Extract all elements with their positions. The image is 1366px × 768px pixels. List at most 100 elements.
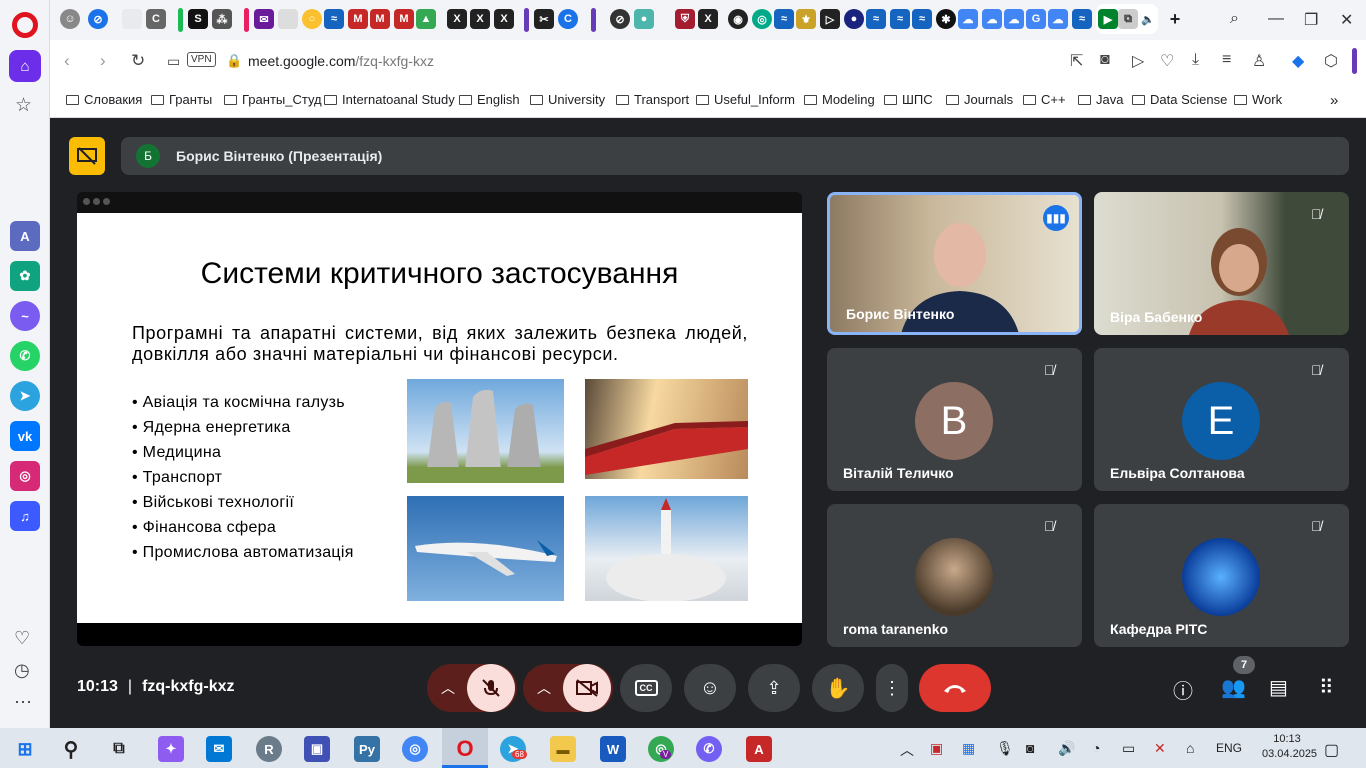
captions-button[interactable]: CC bbox=[620, 664, 672, 712]
close-icon[interactable]: ✕ bbox=[1340, 10, 1353, 30]
tab-favicon[interactable]: ≈ bbox=[774, 9, 794, 29]
player-icon[interactable]: ♫ bbox=[10, 501, 40, 531]
more-icon[interactable]: ⋯ bbox=[14, 692, 32, 713]
copilot-icon[interactable]: ✦ bbox=[158, 736, 184, 762]
tab-favicon[interactable]: C bbox=[558, 9, 578, 29]
tab-favicon[interactable]: ⛨ bbox=[675, 9, 695, 29]
home-icon[interactable]: ⌂ bbox=[9, 50, 41, 82]
gmail-icon[interactable]: M bbox=[394, 9, 414, 29]
presentation-icon[interactable] bbox=[69, 137, 105, 175]
file-explorer-icon[interactable]: ▬ bbox=[550, 736, 576, 762]
tab-favicon[interactable]: ● bbox=[844, 9, 864, 29]
participant-tile[interactable]: 🎙̸ roma taranenko bbox=[827, 504, 1082, 647]
clock[interactable]: 10:13 03.04.2025 bbox=[1262, 732, 1317, 762]
bookmark-folder[interactable]: Journals bbox=[946, 92, 1013, 107]
people-icon[interactable]: 👥 bbox=[1221, 675, 1246, 700]
participant-tile[interactable]: 🎙̸ Кафедра РІТС bbox=[1094, 504, 1349, 647]
tab-favicon[interactable]: ✂ bbox=[534, 9, 554, 29]
bookmark-folder[interactable]: C++ bbox=[1023, 92, 1066, 107]
vk-icon[interactable]: vk bbox=[10, 421, 40, 451]
restore-icon[interactable]: ❐ bbox=[1304, 10, 1318, 30]
url-field[interactable]: meet.google.com/fzq-kxfg-kxz bbox=[248, 53, 434, 69]
tray-app-icon[interactable]: ✕ bbox=[1154, 740, 1166, 757]
microphone-button[interactable] bbox=[467, 664, 515, 712]
x-icon[interactable]: X bbox=[447, 9, 467, 29]
vpn-badge[interactable]: VPN bbox=[187, 52, 216, 67]
tab-favicon[interactable]: ≈ bbox=[890, 9, 910, 29]
tab-favicon[interactable]: S bbox=[188, 9, 208, 29]
python-icon[interactable]: Py bbox=[354, 736, 380, 762]
meeting-details-icon[interactable]: ⓘ bbox=[1173, 675, 1193, 704]
tab-favicon[interactable]: ≈ bbox=[866, 9, 886, 29]
opera-logo[interactable] bbox=[12, 12, 38, 38]
tab-favicon[interactable]: ○ bbox=[302, 9, 322, 29]
lock-icon[interactable]: 🔒 bbox=[226, 53, 242, 69]
bookmark-folder[interactable]: Data Sciense bbox=[1132, 92, 1227, 107]
forward-icon[interactable]: › bbox=[100, 51, 106, 71]
bookmark-folder[interactable]: ШПС bbox=[884, 92, 933, 107]
search-tabs-icon[interactable]: ⌕ bbox=[1230, 10, 1239, 28]
bookmark-folder[interactable]: Internatoanal Study bbox=[324, 92, 455, 107]
translate-icon[interactable]: G bbox=[1026, 9, 1046, 29]
notifications-icon[interactable]: ▢ bbox=[1324, 740, 1339, 760]
bookmark-folder[interactable]: Modeling bbox=[804, 92, 875, 107]
extensions-icon[interactable]: ⬡ bbox=[1324, 51, 1338, 71]
gmail-icon[interactable]: M bbox=[348, 9, 368, 29]
raise-hand-button[interactable]: ✋ bbox=[812, 664, 864, 712]
share-icon[interactable]: ⇱ bbox=[1070, 51, 1083, 71]
speed-dial-icon[interactable]: ☆ bbox=[15, 94, 32, 117]
profile-icon[interactable]: ♙ bbox=[1252, 51, 1266, 71]
battery-icon[interactable]: ▭ bbox=[1122, 740, 1135, 757]
leave-call-button[interactable] bbox=[919, 664, 991, 712]
back-icon[interactable]: ‹ bbox=[64, 51, 70, 71]
participant-tile[interactable]: ▮▮▮ Борис Вінтенко bbox=[827, 192, 1082, 335]
bookmark-folder[interactable]: Java bbox=[1078, 92, 1123, 107]
task-view-icon[interactable]: ⧉ bbox=[106, 736, 132, 762]
pdf-reader-icon[interactable]: A bbox=[746, 736, 772, 762]
bookmark-folder[interactable]: Гранты bbox=[151, 92, 212, 107]
cloud-icon[interactable]: ☁ bbox=[1048, 9, 1068, 29]
wifi-icon[interactable]: ◔ bbox=[1092, 740, 1100, 756]
viber-icon[interactable]: ✆ bbox=[696, 736, 722, 762]
more-options-button[interactable]: ⋮ bbox=[876, 664, 908, 712]
mail-icon[interactable]: ✉ bbox=[254, 9, 274, 29]
chatgpt-icon[interactable]: ✿ bbox=[10, 261, 40, 291]
bookmark-folder[interactable]: Гранты_Студ bbox=[224, 92, 322, 107]
tab-favicon[interactable]: C bbox=[146, 9, 166, 29]
activities-icon[interactable]: ⠿ bbox=[1319, 675, 1334, 700]
heart-icon[interactable]: ♡ bbox=[1160, 51, 1174, 71]
play-icon[interactable]: ▷ bbox=[1132, 51, 1144, 71]
github-icon[interactable]: ◉ bbox=[728, 9, 748, 29]
instagram-icon[interactable]: ◎ bbox=[10, 461, 40, 491]
tab-favicon[interactable]: ≈ bbox=[912, 9, 932, 29]
bookmark-folder[interactable]: University bbox=[530, 92, 605, 107]
extension-icon[interactable]: ◆ bbox=[1292, 51, 1304, 71]
x-icon[interactable]: X bbox=[470, 9, 490, 29]
tab-favicon[interactable]: ☺ bbox=[60, 9, 80, 29]
cloud-icon[interactable]: ☁ bbox=[982, 9, 1002, 29]
r-studio-icon[interactable]: R bbox=[256, 736, 282, 762]
tab-favicon[interactable]: ◎ bbox=[752, 9, 772, 29]
tab-favicon[interactable] bbox=[278, 9, 298, 29]
chrome-icon[interactable]: ◎ bbox=[402, 736, 428, 762]
tab-favicon[interactable]: ⊘ bbox=[88, 9, 108, 29]
minimize-icon[interactable]: — bbox=[1268, 10, 1284, 28]
word-icon[interactable]: W bbox=[600, 736, 626, 762]
easy-setup-icon[interactable]: ≡ bbox=[1222, 51, 1231, 69]
tray-app-icon[interactable]: ▦ bbox=[962, 740, 975, 757]
camera-icon[interactable]: ▭ bbox=[167, 53, 180, 70]
chat-icon[interactable]: ▤ bbox=[1269, 675, 1288, 700]
tab-favicon[interactable]: ● bbox=[634, 9, 654, 29]
tab-favicon[interactable] bbox=[122, 9, 142, 29]
bookmark-folder[interactable]: English bbox=[459, 92, 520, 107]
volume-icon[interactable]: 🔊 bbox=[1058, 740, 1075, 757]
x-icon[interactable]: X bbox=[698, 9, 718, 29]
participant-tile[interactable]: 🎙̸ Віра Бабенко bbox=[1094, 192, 1349, 335]
tab-favicon[interactable]: ⊘ bbox=[610, 9, 630, 29]
camera-button[interactable] bbox=[563, 664, 611, 712]
cloud-icon[interactable]: ☁ bbox=[1004, 9, 1024, 29]
messenger-icon[interactable]: ~ bbox=[10, 301, 40, 331]
tab-favicon[interactable]: ≈ bbox=[324, 9, 344, 29]
bookmark-folder[interactable]: Словакия bbox=[66, 92, 142, 107]
snapshot-icon[interactable]: ◙ bbox=[1100, 51, 1110, 69]
